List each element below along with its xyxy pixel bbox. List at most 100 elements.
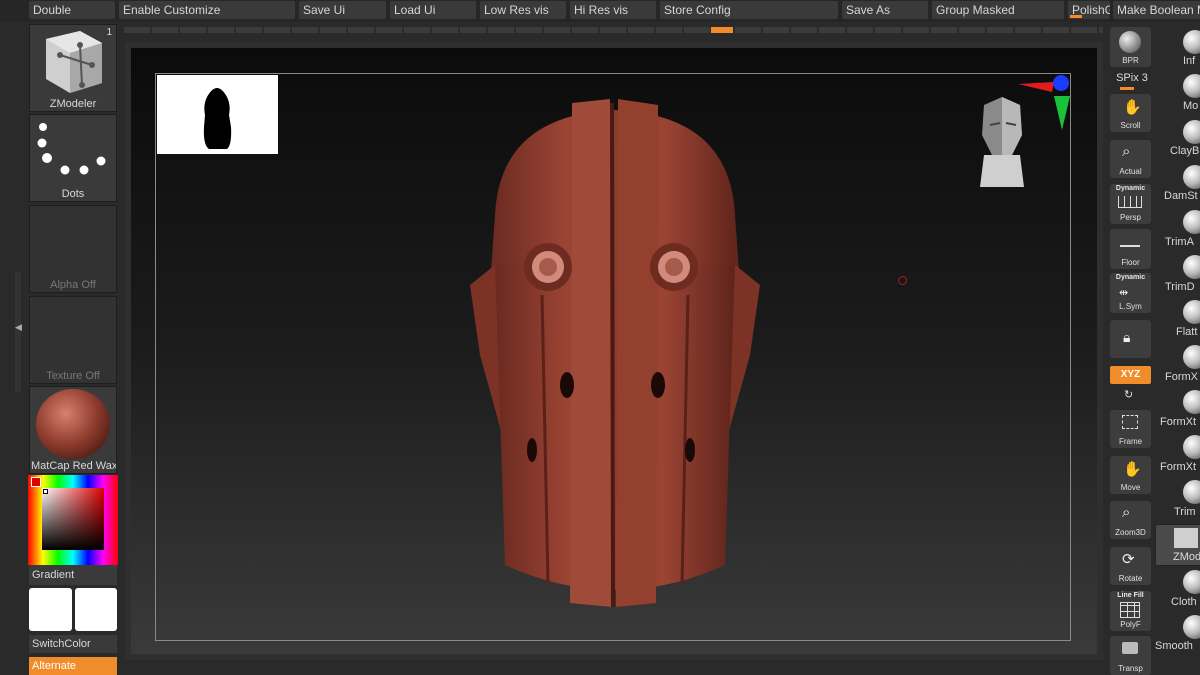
low-res-vis-button[interactable]: Low Res vis [480,1,566,19]
frame-label: Frame [1118,437,1143,446]
progress-indicator [711,27,733,33]
zoom3d-label: Zoom3D [1115,528,1146,537]
scroll-button[interactable]: ✋ Scroll [1110,94,1151,132]
gradient-label: Gradient [32,569,75,581]
zmodeler-icon [46,31,102,93]
bpr-label: BPR [1122,56,1139,65]
brush-label: FormXt [1160,461,1197,473]
polyf-button[interactable]: Line Fill PolyF [1110,591,1151,631]
tool-thumbnail[interactable]: 1 ZModeler [29,24,117,112]
brush-label: FormX [1165,371,1198,383]
stroke-thumbnail[interactable]: Dots [29,114,117,202]
saturation-value-square[interactable] [42,488,104,550]
brush-trimadaptive-icon[interactable] [1183,210,1200,234]
brush-smooth-icon[interactable] [1183,615,1200,639]
brush-zmodeler-tile[interactable]: ZMod [1155,524,1200,566]
tool-label: ZModeler [49,98,97,110]
polyf-linefill-label: Line Fill [1117,592,1144,599]
hi-res-vis-button[interactable]: Hi Res vis [570,1,656,19]
brush-formxt-2-icon[interactable] [1183,435,1200,459]
save-ui-button[interactable]: Save Ui [299,1,386,19]
polyframe-grid-icon [1120,602,1140,618]
axis-gizmo-icon[interactable] [1014,72,1074,132]
brush-label: Smooth [1155,640,1193,652]
load-ui-button[interactable]: Load Ui [390,1,476,19]
main-color-swatch[interactable] [31,477,41,487]
persp-dynamic-label: Dynamic [1115,185,1146,192]
color-cursor [43,489,48,494]
group-masked-button[interactable]: Group Masked [932,1,1064,19]
progress-track [124,27,710,33]
transp-label: Transp [1118,664,1143,673]
lsym-dynamic-label: Dynamic [1115,274,1146,281]
brush-zmodeler-icon [1174,528,1198,548]
brush-label: TrimD [1165,281,1195,293]
secondary-color-swatch[interactable] [75,588,117,631]
brush-damstandard-icon[interactable] [1183,165,1200,189]
move-button[interactable]: ✋ Move [1110,456,1151,494]
double-button[interactable]: Double [29,1,115,19]
persp-grid-icon [1118,196,1142,208]
persp-label: Persp [1120,213,1141,222]
rotate-button[interactable]: ⟳ Rotate [1110,547,1151,585]
texture-thumbnail[interactable]: Texture Off [29,296,117,384]
material-sphere-icon [36,389,110,459]
silhouette-icon [203,88,232,149]
material-thumbnail[interactable]: MatCap Red Wax [29,386,117,474]
zoom3d-button[interactable]: ⌕ Zoom3D [1110,501,1151,539]
brush-move-icon[interactable] [1183,74,1200,98]
bpr-button[interactable]: BPR [1110,27,1151,67]
rotate-axis-icon[interactable]: ↻ [1124,388,1133,401]
brush-trim-icon[interactable] [1183,480,1200,504]
store-config-button[interactable]: Store Config [660,1,838,19]
bpr-sphere-icon [1119,31,1141,53]
move-hand-icon: ✋ [1123,461,1142,478]
frame-button[interactable]: Frame [1110,410,1151,448]
brush-cursor [898,276,907,285]
sculpt-model[interactable] [450,95,780,620]
brush-label: Flatt [1176,326,1198,338]
brush-label: Cloth [1171,596,1197,608]
save-as-button[interactable]: Save As [842,1,928,19]
dots-stroke-icon [37,123,106,175]
actual-button[interactable]: ⌕ Actual [1110,140,1151,178]
floor-button[interactable]: Floor [1110,229,1151,269]
polishg-slider-indicator [1070,15,1082,18]
lsym-label: L.Sym [1119,302,1142,311]
brush-cloth-icon[interactable] [1183,570,1200,594]
brush-label: ZMod [1173,551,1200,563]
make-boolean-button[interactable]: Make Boolean M [1113,1,1200,19]
floor-icon [1120,245,1140,247]
navigator-thumbnail[interactable] [157,75,278,154]
brush-inflate-icon[interactable] [1183,30,1200,54]
material-label: MatCap Red Wax [31,460,116,472]
brush-claybuildup-icon[interactable] [1183,120,1200,144]
primary-color-swatch[interactable] [29,588,72,631]
magnifier-icon: ⌕ [1122,143,1131,160]
alpha-thumbnail[interactable]: Alpha Off [29,205,117,293]
lock-icon: 🔒︎ [1123,329,1131,345]
color-picker[interactable]: Gradient [28,475,118,585]
texture-label: Texture Off [46,370,100,382]
alternate-button[interactable]: Alternate [29,657,117,675]
lsym-button[interactable]: Dynamic ⇹ L.Sym [1110,273,1151,313]
switchcolor-button[interactable]: SwitchColor [29,635,117,653]
enable-customize-button[interactable]: Enable Customize [119,1,295,19]
brush-formx-icon[interactable] [1183,345,1200,369]
brush-label: DamSt [1164,190,1198,202]
lock-button[interactable]: 🔒︎ [1110,320,1151,358]
collapse-arrow-icon[interactable]: ◀ [15,322,22,333]
brush-formxt-icon[interactable] [1183,390,1200,414]
transp-button[interactable]: Transp [1110,636,1151,675]
spix-label[interactable]: SPix 3 [1112,72,1152,84]
brush-trimdynamic-icon[interactable] [1183,255,1200,279]
hand-icon: ✋ [1123,99,1142,116]
move-label: Move [1120,483,1141,492]
xyz-button[interactable]: XYZ [1110,366,1151,384]
zoom-magnifier-icon: ⌕ [1122,504,1131,521]
brush-flatten-icon[interactable] [1183,300,1200,324]
polyf-label: PolyF [1120,620,1141,629]
persp-button[interactable]: Dynamic Persp [1110,184,1151,224]
actual-label: Actual [1119,167,1142,176]
rotate-icon: ⟳ [1122,551,1135,568]
